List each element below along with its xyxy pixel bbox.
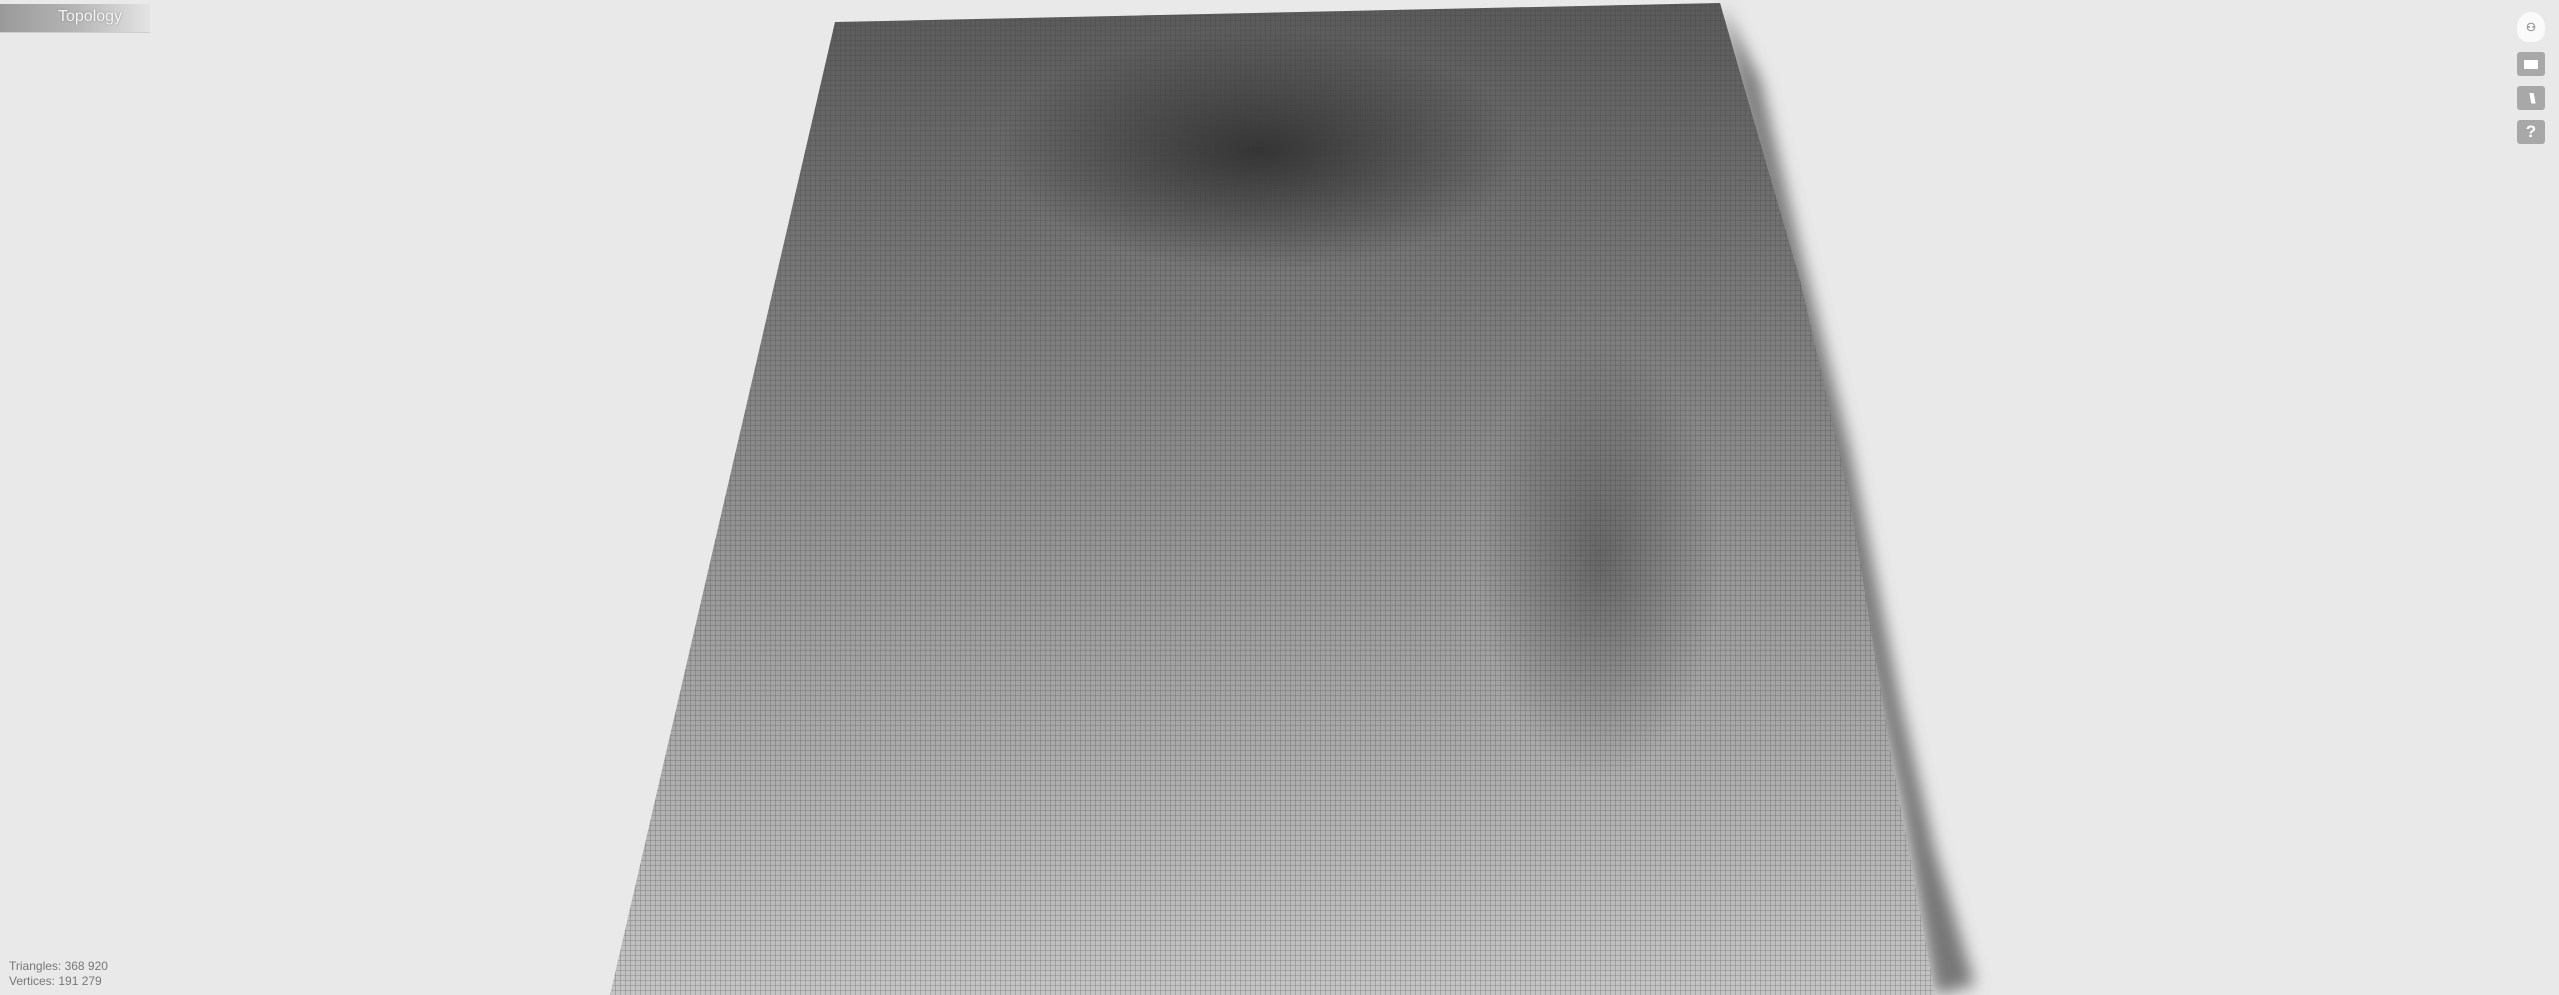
- view-mode-button[interactable]: [2517, 52, 2545, 76]
- terrain-mesh: [610, 3, 1935, 995]
- mesh-stats: Triangles: 368 920 Vertices: 191 279: [9, 959, 108, 989]
- stripes-icon: \\\\: [2529, 90, 2535, 106]
- terrain-viewport[interactable]: [0, 0, 2559, 995]
- app-title-bar: Topology: [0, 4, 150, 33]
- question-icon: ?: [2525, 122, 2537, 141]
- app-title: Topology: [58, 8, 123, 25]
- vertices-count: Vertices: 191 279: [9, 974, 102, 988]
- toolbar: ⚇ \\\\ ?: [2517, 12, 2545, 144]
- wireframe-button[interactable]: \\\\: [2517, 86, 2545, 110]
- rectangle-icon: [2524, 59, 2538, 69]
- orientation-cube-button[interactable]: ⚇: [2517, 12, 2545, 42]
- help-button[interactable]: ?: [2517, 120, 2545, 144]
- cube-icon: ⚇: [2526, 21, 2536, 34]
- triangles-count: Triangles: 368 920: [9, 959, 108, 973]
